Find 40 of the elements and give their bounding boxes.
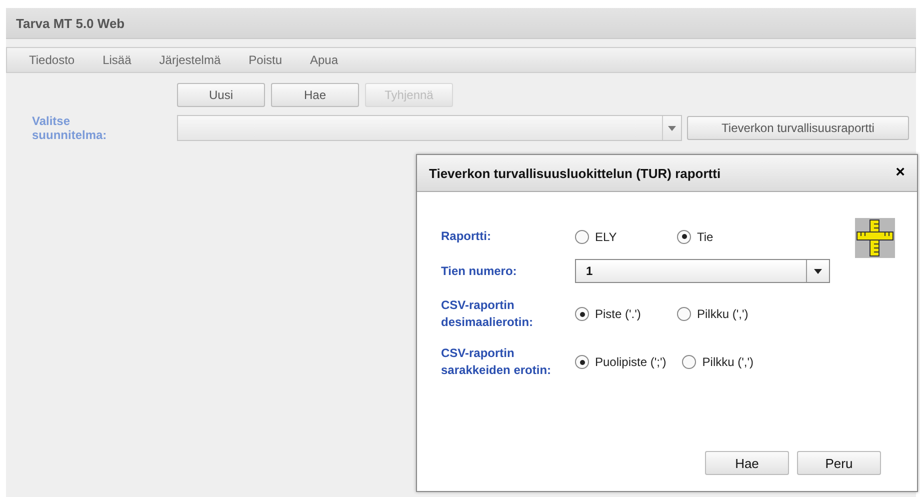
radio-button[interactable] [677,230,691,244]
option-label: Tie [697,230,714,244]
ruler-cross-icon [855,218,895,258]
option-label: Pilkku (',') [702,355,754,369]
toolbar-button[interactable]: Uusi [177,83,265,107]
field-label: CSV-raportin desimaalierotin: [441,297,534,331]
radio-button[interactable] [575,230,589,244]
radio-option[interactable]: ELY [575,230,661,244]
toolbar-button[interactable]: Hae [271,83,359,107]
menu-item[interactable]: Tiedosto [29,53,75,67]
radio-button[interactable] [575,307,589,321]
close-button[interactable]: × [896,164,905,182]
field-label: CSV-raportin sarakkeiden erotin: [441,345,552,379]
menu-item[interactable]: Järjestelmä [159,53,221,67]
road-number-select[interactable]: 1 [575,259,830,283]
menu-item[interactable]: Poistu [248,53,282,67]
window-title: Tarva MT 5.0 Web [16,16,125,30]
caret-icon [668,126,676,130]
field-label: Tien numero: [441,262,518,280]
option-label: ELY [595,230,617,244]
report-button[interactable]: Tieverkon turvallisuusraportti [687,116,909,140]
option-label: Puolipiste (';') [595,355,666,369]
radio-button[interactable] [677,307,691,321]
radio-button[interactable] [575,355,589,369]
dialog-button[interactable]: Peru [797,451,881,475]
field-label: Raportti: [441,228,492,245]
radio-option[interactable]: Pilkku (',') [682,355,754,369]
option-label: Pilkku (',') [697,307,748,321]
dialog-title: Tieverkon turvallisuusluokittelun (TUR) raportti [429,166,721,180]
dialog-button[interactable]: Hae [705,451,789,475]
radio-option[interactable]: Tie [677,230,714,244]
menu-item[interactable]: Apua [310,53,338,67]
plan-label: Valitse suunnitelma: [31,114,108,142]
option-label: Piste ('.') [595,307,641,321]
radio-button[interactable] [682,355,696,369]
radio-option[interactable]: Puolipiste (';') [575,355,666,369]
radio-option[interactable]: Pilkku (',') [677,307,748,321]
caret-icon [814,268,822,274]
menu-item[interactable]: Lisää [102,53,132,67]
radio-option[interactable]: Piste ('.') [575,307,661,321]
